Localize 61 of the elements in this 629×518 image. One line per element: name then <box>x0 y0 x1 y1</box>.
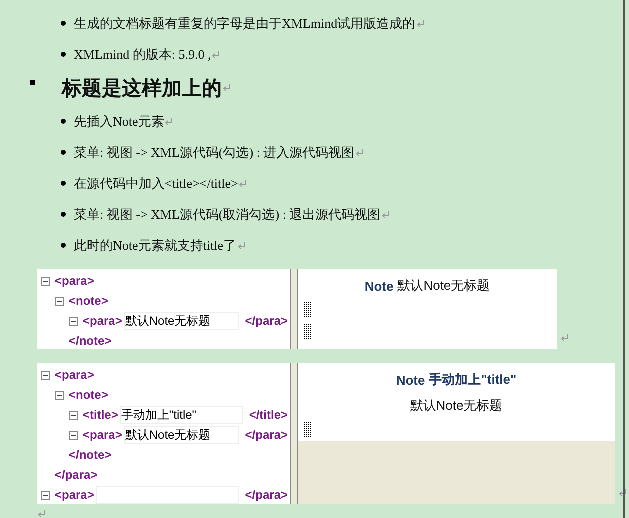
paragraph-mark-icon <box>223 84 231 92</box>
note-text: 默认Note无标题 <box>398 277 490 295</box>
xml-tag: <para> <box>83 314 122 328</box>
section-heading: 标题是这样加上的 <box>62 76 222 102</box>
xml-tag: <para> <box>55 368 94 382</box>
text-field[interactable]: 默认Note无标题 <box>124 312 240 330</box>
bullet-text: 生成的文档标题有重复的字母是由于XMLmind试用版造成的 <box>74 14 416 32</box>
xml-tag: <para> <box>55 488 94 502</box>
text-field[interactable] <box>96 486 240 504</box>
pane-splitter[interactable] <box>290 269 298 349</box>
bullet-icon <box>61 52 66 57</box>
bullet-icon <box>61 181 66 186</box>
collapse-toggle-icon[interactable] <box>55 296 64 306</box>
note-text: 默认Note无标题 <box>410 397 503 415</box>
paragraph-mark-icon <box>416 20 425 28</box>
bullet-text: XMLmind 的版本: 5.9.0 , <box>74 46 212 64</box>
note-label: Note <box>364 278 394 294</box>
paragraph-mark-icon <box>212 50 220 58</box>
collapse-toggle-icon[interactable] <box>41 490 50 500</box>
paragraph-mark-icon <box>382 210 390 218</box>
bullet-icon <box>61 150 66 155</box>
collapse-toggle-icon[interactable] <box>55 390 64 400</box>
text-field[interactable]: 默认Note无标题 <box>124 426 240 444</box>
xml-tag: <note> <box>69 388 108 402</box>
xml-tag: <para> <box>55 274 94 288</box>
bullet-icon <box>61 21 66 26</box>
xml-tag: <title> <box>83 408 118 422</box>
collapse-toggle-icon[interactable] <box>41 276 50 286</box>
xml-tag: </para> <box>245 488 290 502</box>
square-bullet-icon <box>30 80 35 84</box>
paragraph-mark-icon <box>165 118 174 126</box>
xml-tag: </note> <box>69 448 112 462</box>
xml-tag: </note> <box>69 334 112 348</box>
bullet-text: 菜单: 视图 -> XML源代码(取消勾选) : 退出源代码视图 <box>74 206 381 224</box>
xml-tag: </para> <box>245 314 290 328</box>
paragraph-mark-icon <box>239 180 248 188</box>
bullet-text: 菜单: 视图 -> XML源代码(勾选) : 进入源代码视图 <box>74 144 355 162</box>
xml-tag: </para> <box>245 428 290 442</box>
paragraph-mark-icon <box>561 334 569 342</box>
collapse-toggle-icon[interactable] <box>69 410 78 420</box>
bullet-icon <box>61 119 66 124</box>
paragraph-mark-icon <box>238 242 246 250</box>
pane-splitter[interactable] <box>290 363 298 504</box>
paragraph-mark-icon <box>619 489 627 497</box>
note-label: Note <box>396 372 426 388</box>
bullet-text: 此时的Note元素就支持title了 <box>74 236 236 254</box>
bullet-icon <box>61 243 66 248</box>
bullet-icon <box>61 212 66 217</box>
xml-tag: </title> <box>249 408 290 422</box>
collapse-toggle-icon[interactable] <box>69 316 78 326</box>
collapse-toggle-icon[interactable] <box>41 370 50 380</box>
paragraph-mark-icon <box>356 148 364 156</box>
xml-tag: <para> <box>83 428 122 442</box>
bullet-text: 先插入Note元素 <box>74 112 164 130</box>
xml-tag: <note> <box>69 294 108 308</box>
collapse-toggle-icon[interactable] <box>69 430 78 440</box>
paragraph-mark-icon <box>38 510 46 518</box>
bullet-text: 在源代码中加入<title></title> <box>74 174 238 192</box>
text-field[interactable]: 手动加上"title" <box>120 406 244 424</box>
note-title: 手动加上"title" <box>429 371 517 389</box>
xml-tag: </para> <box>55 468 98 482</box>
